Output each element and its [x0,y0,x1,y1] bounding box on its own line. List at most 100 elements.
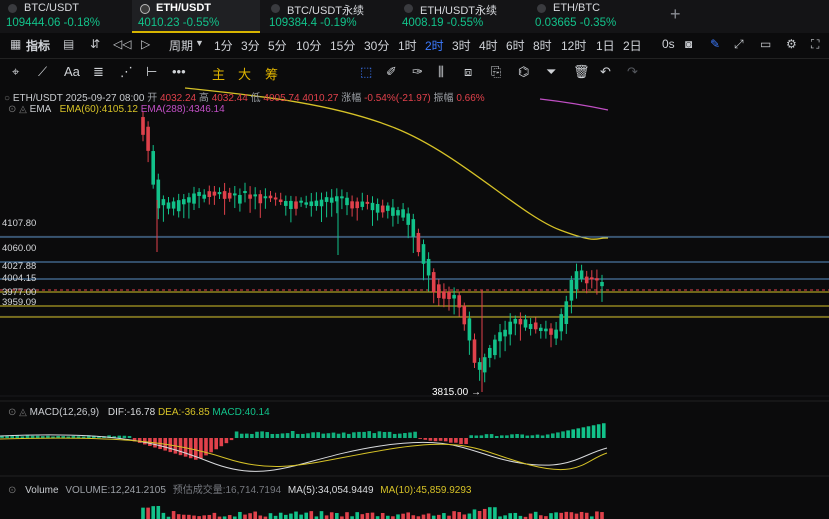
indicator-icon[interactable]: ▦ [10,37,21,51]
magnet-icon[interactable]: ⌬ [518,64,529,80]
play-icon[interactable]: ▷ [141,37,150,51]
interval-8h[interactable]: 8时 [533,37,552,54]
tab-btc-usdt[interactable]: BTC/USDT 109444.06 -0.18% [0,0,128,33]
trash-icon[interactable]: 🗑 [573,64,590,80]
candle [554,329,558,339]
candle [467,318,472,341]
macd-bar [530,435,535,438]
rewind-icon[interactable]: ◁◁ [113,37,131,51]
tab-eth-usdt[interactable]: ETH/USDT 4010.23 -0.55% [132,0,260,33]
copy-icon[interactable]: ⎘ [491,64,501,80]
bell-icon[interactable]: ◬ [19,104,27,115]
period-dropdown[interactable]: 周期 [169,37,193,54]
star-icon[interactable] [404,4,413,13]
star-icon[interactable] [537,4,546,13]
filter-icon[interactable]: ⏷ [546,64,556,80]
brush-icon[interactable]: ✑ [412,64,423,80]
channel-icon[interactable]: ⋰ [120,64,133,80]
candle-icon[interactable]: ⫼ [438,64,444,80]
pattern-icon[interactable]: ⧈ [464,64,472,80]
volume-bar [406,512,410,519]
main-button[interactable]: 主 [212,64,225,83]
macd-bar [255,431,259,438]
tab-eth-usdt-perp[interactable]: ETH/USDT永续 4008.19 -0.55% [396,0,526,33]
redo-icon[interactable]: ↷ [627,64,638,80]
text-tool-icon[interactable]: Aa [64,64,80,79]
crosshair-icon[interactable]: ⌖ [12,64,19,80]
interval-3m[interactable]: 3分 [241,37,260,54]
eye-icon[interactable]: ⊙ [8,485,16,496]
big-button[interactable]: 大 [238,64,251,83]
macd-bar [234,431,239,438]
interval-4h[interactable]: 4时 [479,37,498,54]
star-icon[interactable] [271,4,280,13]
expand-icon[interactable]: ⤢ [734,37,744,52]
fib-icon[interactable]: ≣ [93,64,104,80]
candle [452,294,456,299]
compare-icon[interactable]: ⇵ [90,37,100,51]
macd-bar [260,431,264,438]
interval-5m[interactable]: 5分 [268,37,287,54]
candle [401,209,405,218]
undo-icon[interactable]: ↶ [600,64,611,80]
chart-area[interactable] [0,86,829,519]
pen-icon[interactable]: ✎ [710,37,720,51]
star-icon[interactable] [8,4,17,13]
symbol-tab-bar: BTC/USDT 109444.06 -0.18% ETH/USDT 4010.… [0,0,829,33]
volume-bar [401,513,405,519]
more-icon[interactable]: ••• [172,64,186,79]
macd-bar [219,438,224,447]
ruler-icon[interactable]: ✐ [386,64,397,80]
candle [579,270,584,280]
volume-label: Volume [25,485,59,496]
calendar-icon[interactable]: ▤ [63,37,74,51]
candle [299,200,303,203]
tab-btc-usdt-perp[interactable]: BTC/USDT永续 109384.4 -0.19% [263,0,393,33]
interval-1m[interactable]: 1分 [214,37,233,54]
star-icon[interactable] [140,4,150,14]
trendline-icon[interactable]: ⟋ [38,64,47,80]
measure-icon[interactable]: ⊢ [146,64,157,80]
eye-icon[interactable]: ⊙ [8,104,16,115]
interval-6h[interactable]: 6时 [506,37,525,54]
chevron-down-icon[interactable]: ▼ [195,38,204,48]
volume-bar [161,512,166,519]
candle [324,197,329,202]
interval-30m[interactable]: 30分 [364,37,389,54]
macd-label: MACD(12,26,9) [29,407,100,418]
cursor-icon[interactable]: ⬚ [360,64,372,80]
interval-2h[interactable]: 2时 [425,37,444,54]
bell-icon[interactable]: ◬ [19,407,27,418]
macd-bar [316,432,320,438]
macd-bar [510,434,514,438]
candle [513,318,518,324]
settings-icon[interactable]: ⚙ [786,37,797,51]
replay-speed[interactable]: 0s [662,37,675,51]
macd-bar [321,433,326,438]
volume-bar [182,514,186,519]
interval-3h[interactable]: 3时 [452,37,471,54]
info-high-label: 高 [198,93,209,104]
interval-2d[interactable]: 2日 [623,37,642,54]
add-tab-icon[interactable]: + [670,4,681,25]
tab-eth-btc[interactable]: ETH/BTC 0.03665 -0.35% [529,0,659,33]
indicator-button[interactable]: 指标 [26,37,50,54]
fullscreen-icon[interactable]: ⛶ [811,37,819,52]
interval-15m[interactable]: 15分 [330,37,355,54]
volume-bar [253,511,257,519]
volume-bar [539,515,543,519]
camera-icon[interactable]: ◙ [685,37,692,51]
eye-icon[interactable]: ⊙ [8,407,16,418]
candle [192,193,196,204]
interval-12h[interactable]: 12时 [561,37,586,54]
layout-icon[interactable]: ▭ [760,37,771,51]
ema60-value: EMA(60):4105.12 [59,104,138,115]
volume-bar [513,512,518,519]
chip-button[interactable]: 筹 [265,64,278,83]
interval-1d[interactable]: 1日 [596,37,615,54]
interval-1h[interactable]: 1时 [398,37,417,54]
price-level-label: 4027.88 [2,261,37,272]
interval-10m[interactable]: 10分 [296,37,321,54]
macd-bar [479,435,484,438]
macd-dif: DIF:-16.78 [107,407,156,418]
